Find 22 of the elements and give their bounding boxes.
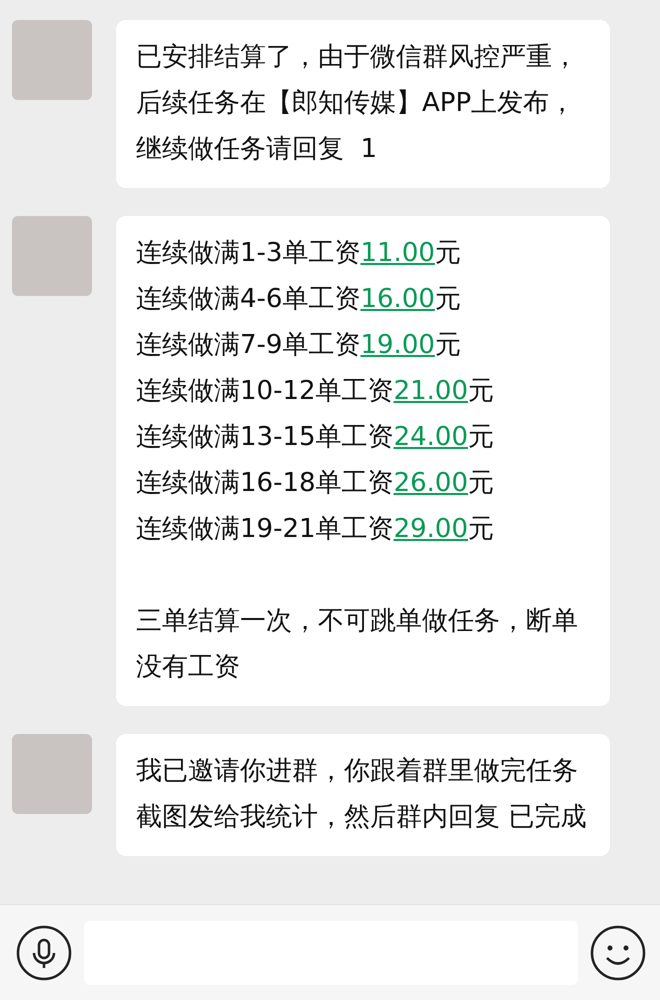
avatar-photo-placeholder[interactable] [12, 216, 92, 296]
amount-link[interactable]: 26.00 [394, 468, 468, 498]
amount-link[interactable]: 29.00 [394, 514, 468, 544]
avatar-photo-placeholder[interactable] [12, 20, 92, 100]
message-text: 我已邀请你进群，你跟着群里做完任务截图发给我统计，然后群内回复 已完成 [136, 755, 588, 834]
wage-line: 连续做满13-15单工资24.00元 [136, 421, 495, 454]
amount-link[interactable]: 21.00 [394, 376, 468, 406]
wage-line: 连续做满19-21单工资29.00元 [136, 513, 495, 546]
smiley-icon[interactable] [590, 924, 646, 980]
message-text: 三单结算一次，不可跳单做任务，断单没有工资 [136, 605, 579, 684]
amount-link[interactable]: 19.00 [360, 330, 435, 360]
wage-line: 连续做满10-12单工资21.00元 [136, 375, 495, 408]
microphone-icon[interactable] [16, 924, 72, 980]
amount-link[interactable]: 24.00 [394, 422, 468, 452]
wage-line: 连续做满16-18单工资26.00元 [136, 467, 495, 500]
avatar-photo-placeholder[interactable] [12, 734, 92, 814]
amount-link[interactable]: 11.00 [360, 238, 435, 268]
wage-line: 连续做满7-9单工资19.00元 [136, 329, 462, 362]
amount-link[interactable]: 16.00 [360, 284, 435, 314]
wage-line: 连续做满4-6单工资16.00元 [136, 283, 462, 316]
wage-line: 连续做满1-3单工资11.00元 [136, 237, 462, 270]
message-text: 已安排结算了，由于微信群风控严重，后续任务在【郎知传媒】APP上发布，继续做任务请回复 1 [136, 41, 579, 166]
